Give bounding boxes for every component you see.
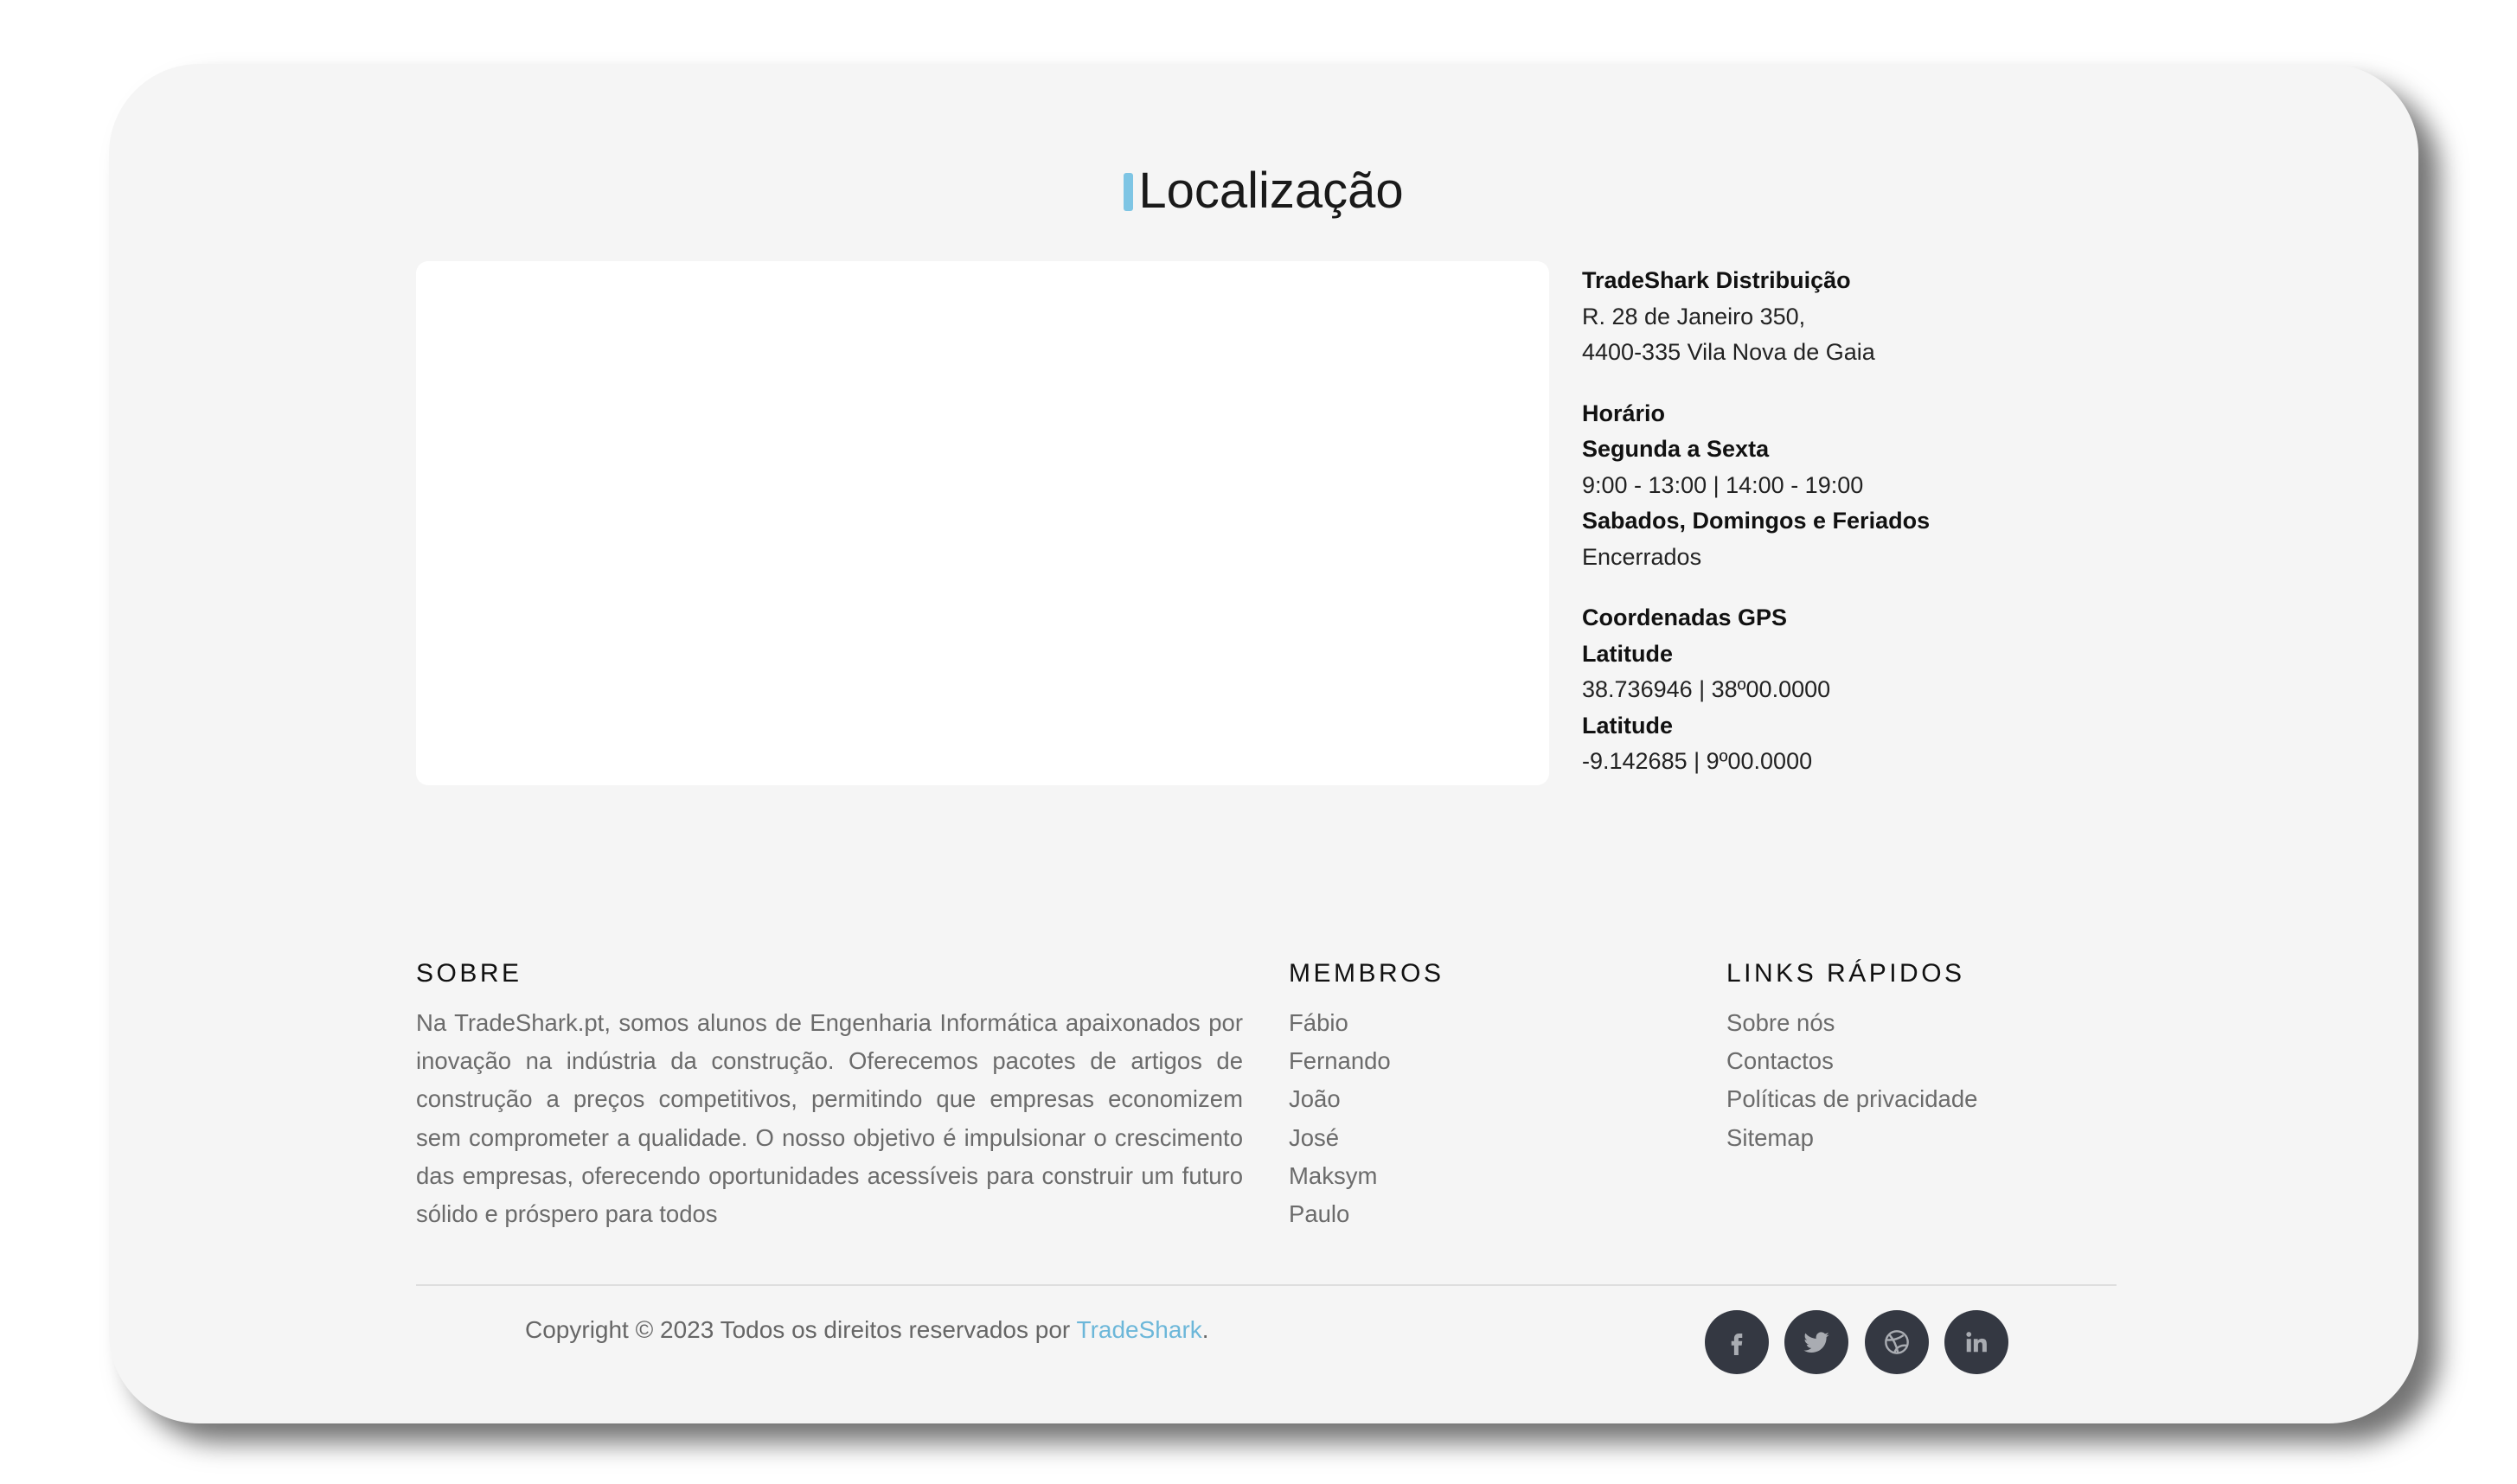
twitter-icon — [1803, 1332, 1829, 1353]
address-line-1: R. 28 de Janeiro 350, — [1582, 303, 1806, 329]
location-title: Localização — [109, 166, 2418, 216]
member-item[interactable]: Fábio — [1289, 1004, 1391, 1042]
quick-link-about[interactable]: Sobre nós — [1726, 1004, 1977, 1042]
hours-group: Horário Segunda a Sexta 9:00 - 13:00 | 1… — [1582, 396, 2187, 576]
latitude-label: Latitude — [1582, 640, 1673, 667]
longitude-label: Latitude — [1582, 712, 1673, 739]
company-name: TradeShark Distribuição — [1582, 267, 1851, 293]
weekend-label: Sabados, Domingos e Feriados — [1582, 508, 1931, 534]
gps-title: Coordenadas GPS — [1582, 604, 1788, 630]
about-text: Na TradeShark.pt, somos alunos de Engenh… — [416, 1009, 1243, 1228]
quick-link-contacts[interactable]: Contactos — [1726, 1042, 1977, 1080]
member-item[interactable]: Paulo — [1289, 1195, 1391, 1233]
member-item[interactable]: Maksym — [1289, 1157, 1391, 1195]
dribbble-button[interactable] — [1865, 1310, 1929, 1374]
member-item[interactable]: José — [1289, 1119, 1391, 1157]
latitude-value: 38.736946 | 38º00.0000 — [1582, 676, 1831, 702]
members-heading: MEMBROS — [1289, 959, 1444, 988]
about-heading: SOBRE — [416, 959, 522, 988]
copyright-end: . — [1201, 1316, 1209, 1343]
weekend-hours: Encerrados — [1582, 543, 1702, 570]
member-item[interactable]: João — [1289, 1080, 1391, 1118]
location-title-text: Localização — [1138, 163, 1404, 219]
weekdays-hours: 9:00 - 13:00 | 14:00 - 19:00 — [1582, 471, 1864, 498]
dribbble-icon — [1885, 1330, 1909, 1354]
address-group: TradeShark Distribuição R. 28 de Janeiro… — [1582, 263, 2187, 371]
address-line-2: 4400-335 Vila Nova de Gaia — [1582, 339, 1875, 365]
copyright: Copyright © 2023 Todos os direitos reser… — [525, 1316, 1209, 1344]
copyright-text: Copyright © 2023 Todos os direitos reser… — [525, 1316, 1077, 1343]
footer-divider — [416, 1284, 2117, 1286]
location-info: TradeShark Distribuição R. 28 de Janeiro… — [1582, 263, 2187, 805]
quick-links-list: Sobre nós Contactos Políticas de privaci… — [1726, 1004, 1977, 1157]
copyright-link[interactable]: TradeShark — [1077, 1316, 1202, 1343]
quick-link-sitemap[interactable]: Sitemap — [1726, 1119, 1977, 1157]
quick-links-heading: LINKS RÁPIDOS — [1726, 959, 1965, 988]
members-list: Fábio Fernando João José Maksym Paulo — [1289, 1004, 1391, 1233]
quick-link-privacy[interactable]: Políticas de privacidade — [1726, 1080, 1977, 1118]
weekdays-label: Segunda a Sexta — [1582, 436, 1770, 462]
twitter-button[interactable] — [1784, 1310, 1848, 1374]
facebook-icon — [1731, 1334, 1743, 1355]
member-item[interactable]: Fernando — [1289, 1042, 1391, 1080]
linkedin-icon — [1966, 1332, 1987, 1353]
facebook-button[interactable] — [1705, 1310, 1769, 1374]
page-card: Localização TradeShark Distribuição R. 2… — [109, 64, 2418, 1423]
linkedin-button[interactable] — [1944, 1310, 2008, 1374]
gps-group: Coordenadas GPS Latitude 38.736946 | 38º… — [1582, 600, 2187, 780]
longitude-value: -9.142685 | 9º00.0000 — [1582, 748, 1813, 774]
map-embed[interactable] — [416, 261, 1549, 785]
hours-title: Horário — [1582, 400, 1666, 426]
title-accent-bar — [1124, 173, 1134, 211]
